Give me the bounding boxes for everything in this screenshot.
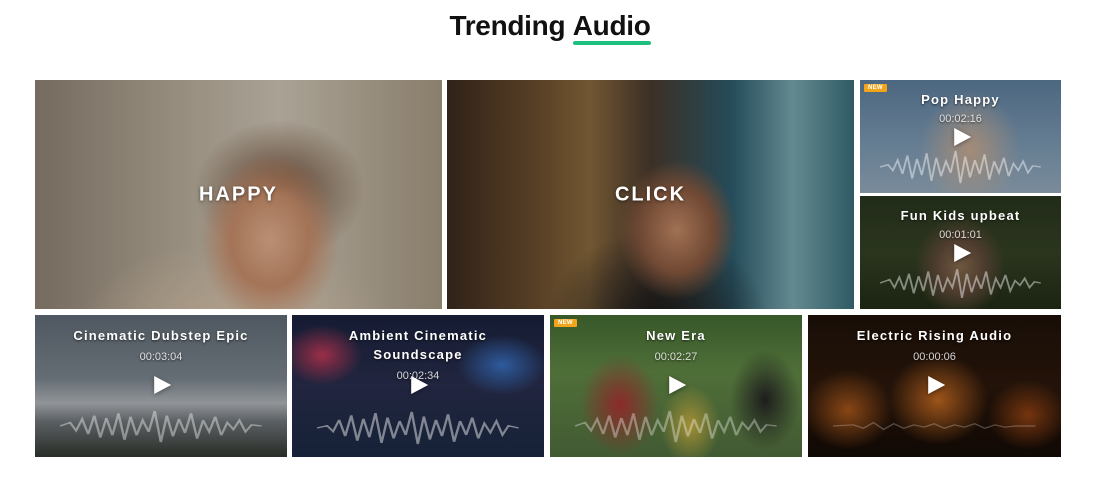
track-title: Ambient Cinematic Soundscape [348, 328, 488, 362]
waveform-icon [833, 421, 1036, 431]
track-tile[interactable]: Ambient Cinematic Soundscape 00:02:34 [292, 315, 544, 457]
featured-label-click: CLICK [614, 183, 687, 205]
play-icon[interactable] [953, 244, 971, 262]
play-icon[interactable] [669, 376, 687, 394]
page-title-part1: Trending [449, 10, 566, 41]
play-icon[interactable] [411, 376, 429, 394]
track-duration: 00:02:16 [939, 113, 982, 125]
waveform-icon [880, 269, 1041, 299]
track-duration: 00:02:27 [654, 351, 698, 363]
featured-tile-happy[interactable]: HAPPY [35, 80, 442, 309]
track-tile[interactable]: Cinematic Dubstep Epic 00:03:04 [35, 315, 287, 457]
waveform-icon [60, 410, 262, 443]
play-icon[interactable] [154, 376, 172, 394]
track-duration: 00:03:04 [139, 351, 183, 363]
featured-label-happy: HAPPY [199, 183, 278, 205]
track-title: Fun Kids upbeat [900, 208, 1021, 223]
track-tile[interactable]: NEW Pop Happy 00:02:16 [860, 80, 1061, 193]
track-duration: 00:01:01 [939, 229, 982, 241]
track-tile[interactable]: Fun Kids upbeat 00:01:01 [860, 196, 1061, 309]
waveform-icon [317, 411, 519, 445]
waveform-icon [575, 410, 777, 443]
play-icon[interactable] [927, 376, 945, 394]
page-title: Trending Audio [0, 10, 1100, 45]
page-title-part2: Audio [572, 10, 651, 45]
track-duration: 00:00:06 [913, 351, 956, 363]
track-title: Pop Happy [921, 92, 1000, 107]
track-title: Cinematic Dubstep Epic [73, 328, 249, 343]
track-title: New Era [646, 328, 706, 343]
play-icon[interactable] [953, 128, 971, 146]
track-title: Electric Rising Audio [856, 328, 1013, 343]
track-tile[interactable]: NEW New Era 00:02:27 [550, 315, 802, 457]
featured-tile-click[interactable]: CLICK [447, 80, 854, 309]
waveform-icon [880, 150, 1041, 184]
track-tile[interactable]: Electric Rising Audio 00:00:06 [808, 315, 1061, 457]
